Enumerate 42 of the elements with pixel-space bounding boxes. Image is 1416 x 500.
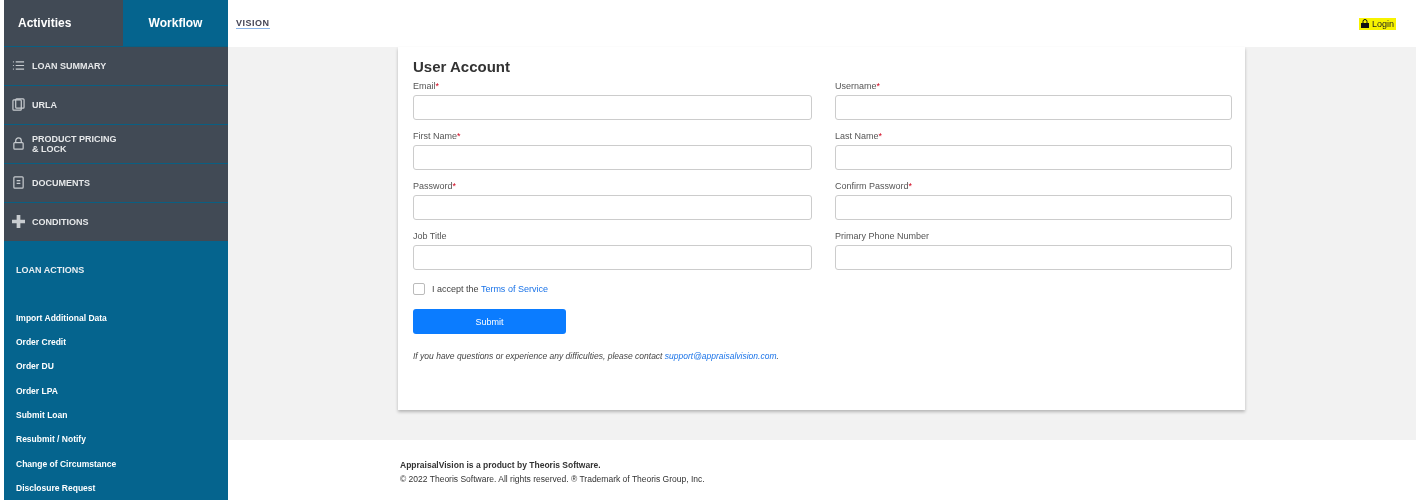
field-label: Primary Phone Number [835, 231, 931, 243]
copyright-text: © 2022 Theoris Software. All rights reserved. ® Trademark of Theoris Group, Inc. [400, 474, 706, 484]
action-link[interactable]: Order DU [4, 354, 228, 379]
input-field[interactable] [835, 95, 1232, 120]
input-field[interactable] [413, 95, 812, 120]
action-link[interactable]: Order LPA [4, 378, 228, 403]
section-title: LOAN ACTIONS [15, 263, 86, 277]
terms-text: I accept the Terms of Service [432, 284, 548, 294]
terms-link[interactable]: Terms of Service [480, 284, 548, 294]
action-link[interactable]: Order Credit [4, 329, 228, 355]
pages-icon [12, 98, 25, 112]
help-note: If you have questions or experience any difficulties, please contact support@appraisalvision.com. [413, 351, 780, 361]
cross-icon [12, 215, 25, 229]
form-title: User Account [413, 58, 511, 75]
logo: VISION [236, 18, 270, 29]
checkbox[interactable] [413, 283, 425, 295]
action-link[interactable]: Resubmit / Notify [4, 427, 228, 452]
field-label: Confirm Password* [835, 181, 914, 193]
field-label: Password* [413, 181, 458, 193]
input-field[interactable] [413, 245, 812, 270]
action-link[interactable]: Submit Loan [4, 402, 228, 428]
list-icon [12, 59, 25, 73]
document-icon [12, 176, 25, 190]
login-link[interactable]: Login [1358, 17, 1396, 30]
lock-icon [12, 137, 25, 151]
action-link[interactable]: Disclosure Request [4, 475, 228, 500]
submit-button[interactable]: Submit [413, 309, 566, 334]
lock-icon [1360, 19, 1369, 28]
action-link[interactable]: Change of Circumstance [4, 451, 228, 476]
footer-title: AppraisalVision is a product by Theoris Software. [400, 460, 602, 470]
input-field[interactable] [835, 195, 1232, 220]
field-label: Username* [835, 81, 882, 93]
input-field[interactable] [413, 195, 812, 220]
input-field[interactable] [835, 245, 1232, 270]
input-field[interactable] [835, 145, 1232, 170]
sidebar-tab[interactable]: Activities [4, 0, 123, 46]
field-label: First Name* [413, 131, 462, 143]
input-field[interactable] [413, 145, 812, 170]
field-label: Email* [413, 81, 441, 93]
field-label: Last Name* [835, 131, 884, 143]
field-label: Job Title [413, 231, 448, 243]
action-link[interactable]: Import Additional Data [4, 305, 228, 330]
